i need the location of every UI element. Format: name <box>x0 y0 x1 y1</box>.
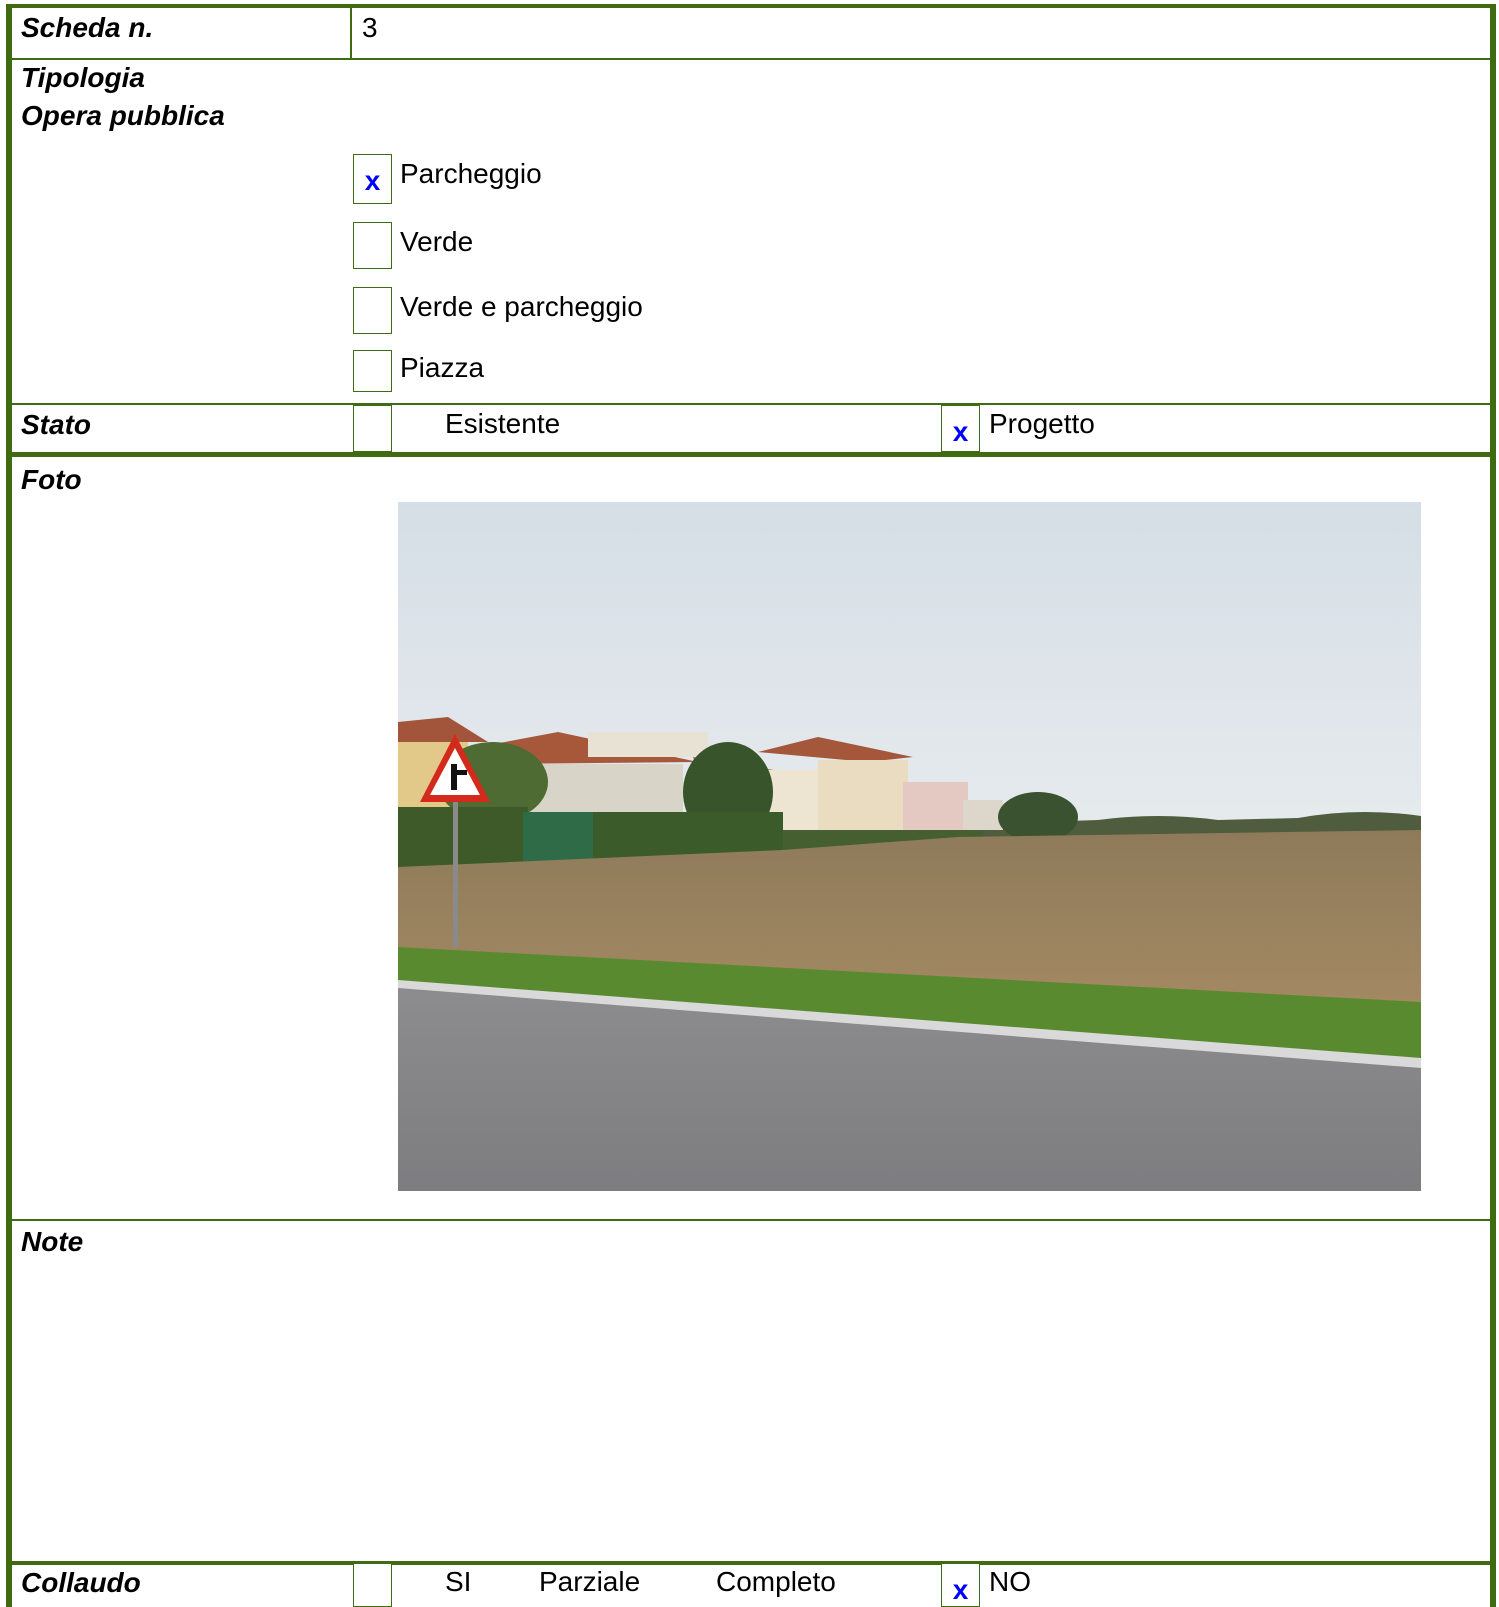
scheda-label: Scheda n. <box>21 12 154 43</box>
divider-note <box>12 1561 1490 1565</box>
checkbox-verde-e-parcheggio[interactable] <box>353 287 392 334</box>
checkbox-esistente[interactable] <box>353 405 392 452</box>
checkbox-parcheggio[interactable]: x <box>353 154 392 204</box>
tipologia-label: Tipologia <box>21 62 145 93</box>
checkbox-piazza[interactable] <box>353 350 392 392</box>
checkbox-verde[interactable] <box>353 222 392 269</box>
check-mark: x <box>952 1574 969 1605</box>
completo-label: Completo <box>716 1566 836 1597</box>
site-photo <box>398 502 1421 1191</box>
option-parcheggio-label: Parcheggio <box>400 158 542 189</box>
divider-tipologia <box>12 403 1490 405</box>
option-verde-e-parcheggio-label: Verde e parcheggio <box>400 291 643 322</box>
divider-foto <box>12 1219 1490 1221</box>
checkbox-collaudo-no[interactable]: x <box>941 1563 980 1607</box>
checkbox-progetto[interactable]: x <box>941 405 980 452</box>
scheda-column-divider <box>350 8 352 58</box>
stato-label: Stato <box>21 409 91 440</box>
check-mark: x <box>952 416 969 447</box>
option-piazza-label: Piazza <box>400 352 485 383</box>
opera-pubblica-label: Opera pubblica <box>21 100 225 131</box>
frame-top-border <box>6 4 1496 8</box>
divider-scheda <box>12 58 1490 60</box>
collaudo-label: Collaudo <box>21 1567 141 1598</box>
si-label: SI <box>445 1566 472 1597</box>
scheda-number: 3 <box>362 12 378 43</box>
note-label: Note <box>21 1226 84 1257</box>
option-verde-label: Verde <box>400 226 474 257</box>
frame-right-border <box>1490 4 1496 1607</box>
checkbox-collaudo-si[interactable] <box>353 1563 392 1607</box>
foto-label: Foto <box>21 464 82 495</box>
esistente-label: Esistente <box>445 408 561 439</box>
progetto-label: Progetto <box>989 408 1095 439</box>
check-mark: x <box>364 165 381 196</box>
divider-stato <box>12 452 1490 457</box>
parziale-label: Parziale <box>539 1566 641 1597</box>
frame-left-border <box>6 4 12 1607</box>
no-label: NO <box>989 1566 1031 1597</box>
